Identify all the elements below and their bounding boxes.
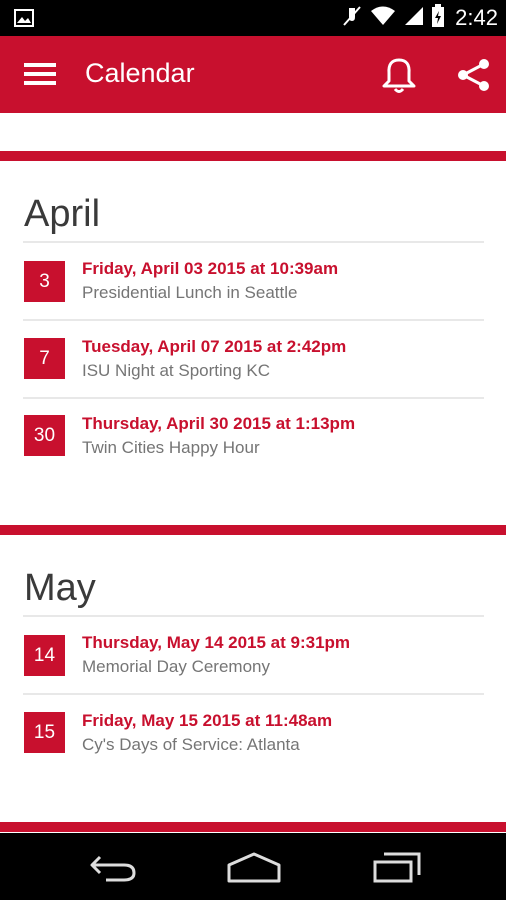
event-item[interactable]: 3 Friday, April 03 2015 at 10:39am Presi…	[0, 243, 506, 319]
event-item[interactable]: 14 Thursday, May 14 2015 at 9:31pm Memor…	[0, 617, 506, 693]
mute-icon	[341, 5, 363, 32]
event-datetime: Thursday, May 14 2015 at 9:31pm	[82, 633, 351, 652]
month-title-april: April	[24, 193, 101, 235]
menu-icon[interactable]	[24, 63, 56, 90]
signal-icon	[403, 5, 425, 32]
event-day-badge: 14	[24, 635, 65, 676]
battery-icon	[431, 3, 445, 33]
share-icon[interactable]	[456, 58, 492, 97]
month-title-may: May	[24, 567, 96, 609]
section-divider	[0, 822, 506, 832]
event-day-badge: 15	[24, 712, 65, 753]
event-item[interactable]: 30 Thursday, April 30 2015 at 1:13pm Twi…	[0, 399, 506, 475]
home-icon[interactable]	[226, 851, 282, 888]
section-divider	[0, 525, 506, 535]
recent-apps-icon[interactable]	[372, 851, 422, 888]
event-day-badge: 30	[24, 415, 65, 456]
event-item[interactable]: 7 Tuesday, April 07 2015 at 2:42pm ISU N…	[0, 321, 506, 397]
navigation-bar	[0, 833, 506, 900]
event-title: Memorial Day Ceremony	[82, 657, 270, 676]
back-icon[interactable]	[88, 851, 138, 888]
event-title: Presidential Lunch in Seattle	[82, 283, 298, 302]
calendar-list[interactable]: April 3 Friday, April 03 2015 at 10:39am…	[0, 113, 506, 833]
event-title: ISU Night at Sporting KC	[82, 361, 271, 380]
event-title: Twin Cities Happy Hour	[82, 438, 260, 457]
event-day-badge: 3	[24, 261, 65, 302]
event-datetime: Friday, April 03 2015 at 10:39am	[82, 259, 339, 278]
event-datetime: Thursday, April 30 2015 at 1:13pm	[82, 414, 356, 433]
clock-time: 2:42	[455, 5, 498, 30]
status-bar: 2:42	[0, 0, 506, 36]
wifi-icon	[369, 5, 397, 32]
app-bar: Calendar	[0, 36, 506, 113]
page-title: Calendar	[85, 58, 195, 88]
event-datetime: Friday, May 15 2015 at 11:48am	[82, 711, 333, 730]
image-icon	[14, 9, 34, 32]
event-title: Cy's Days of Service: Atlanta	[82, 735, 300, 754]
event-day-badge: 7	[24, 338, 65, 379]
bell-icon[interactable]	[381, 56, 417, 99]
section-divider	[0, 151, 506, 161]
event-datetime: Tuesday, April 07 2015 at 2:42pm	[82, 337, 347, 356]
event-item[interactable]: 15 Friday, May 15 2015 at 11:48am Cy's D…	[0, 695, 506, 771]
